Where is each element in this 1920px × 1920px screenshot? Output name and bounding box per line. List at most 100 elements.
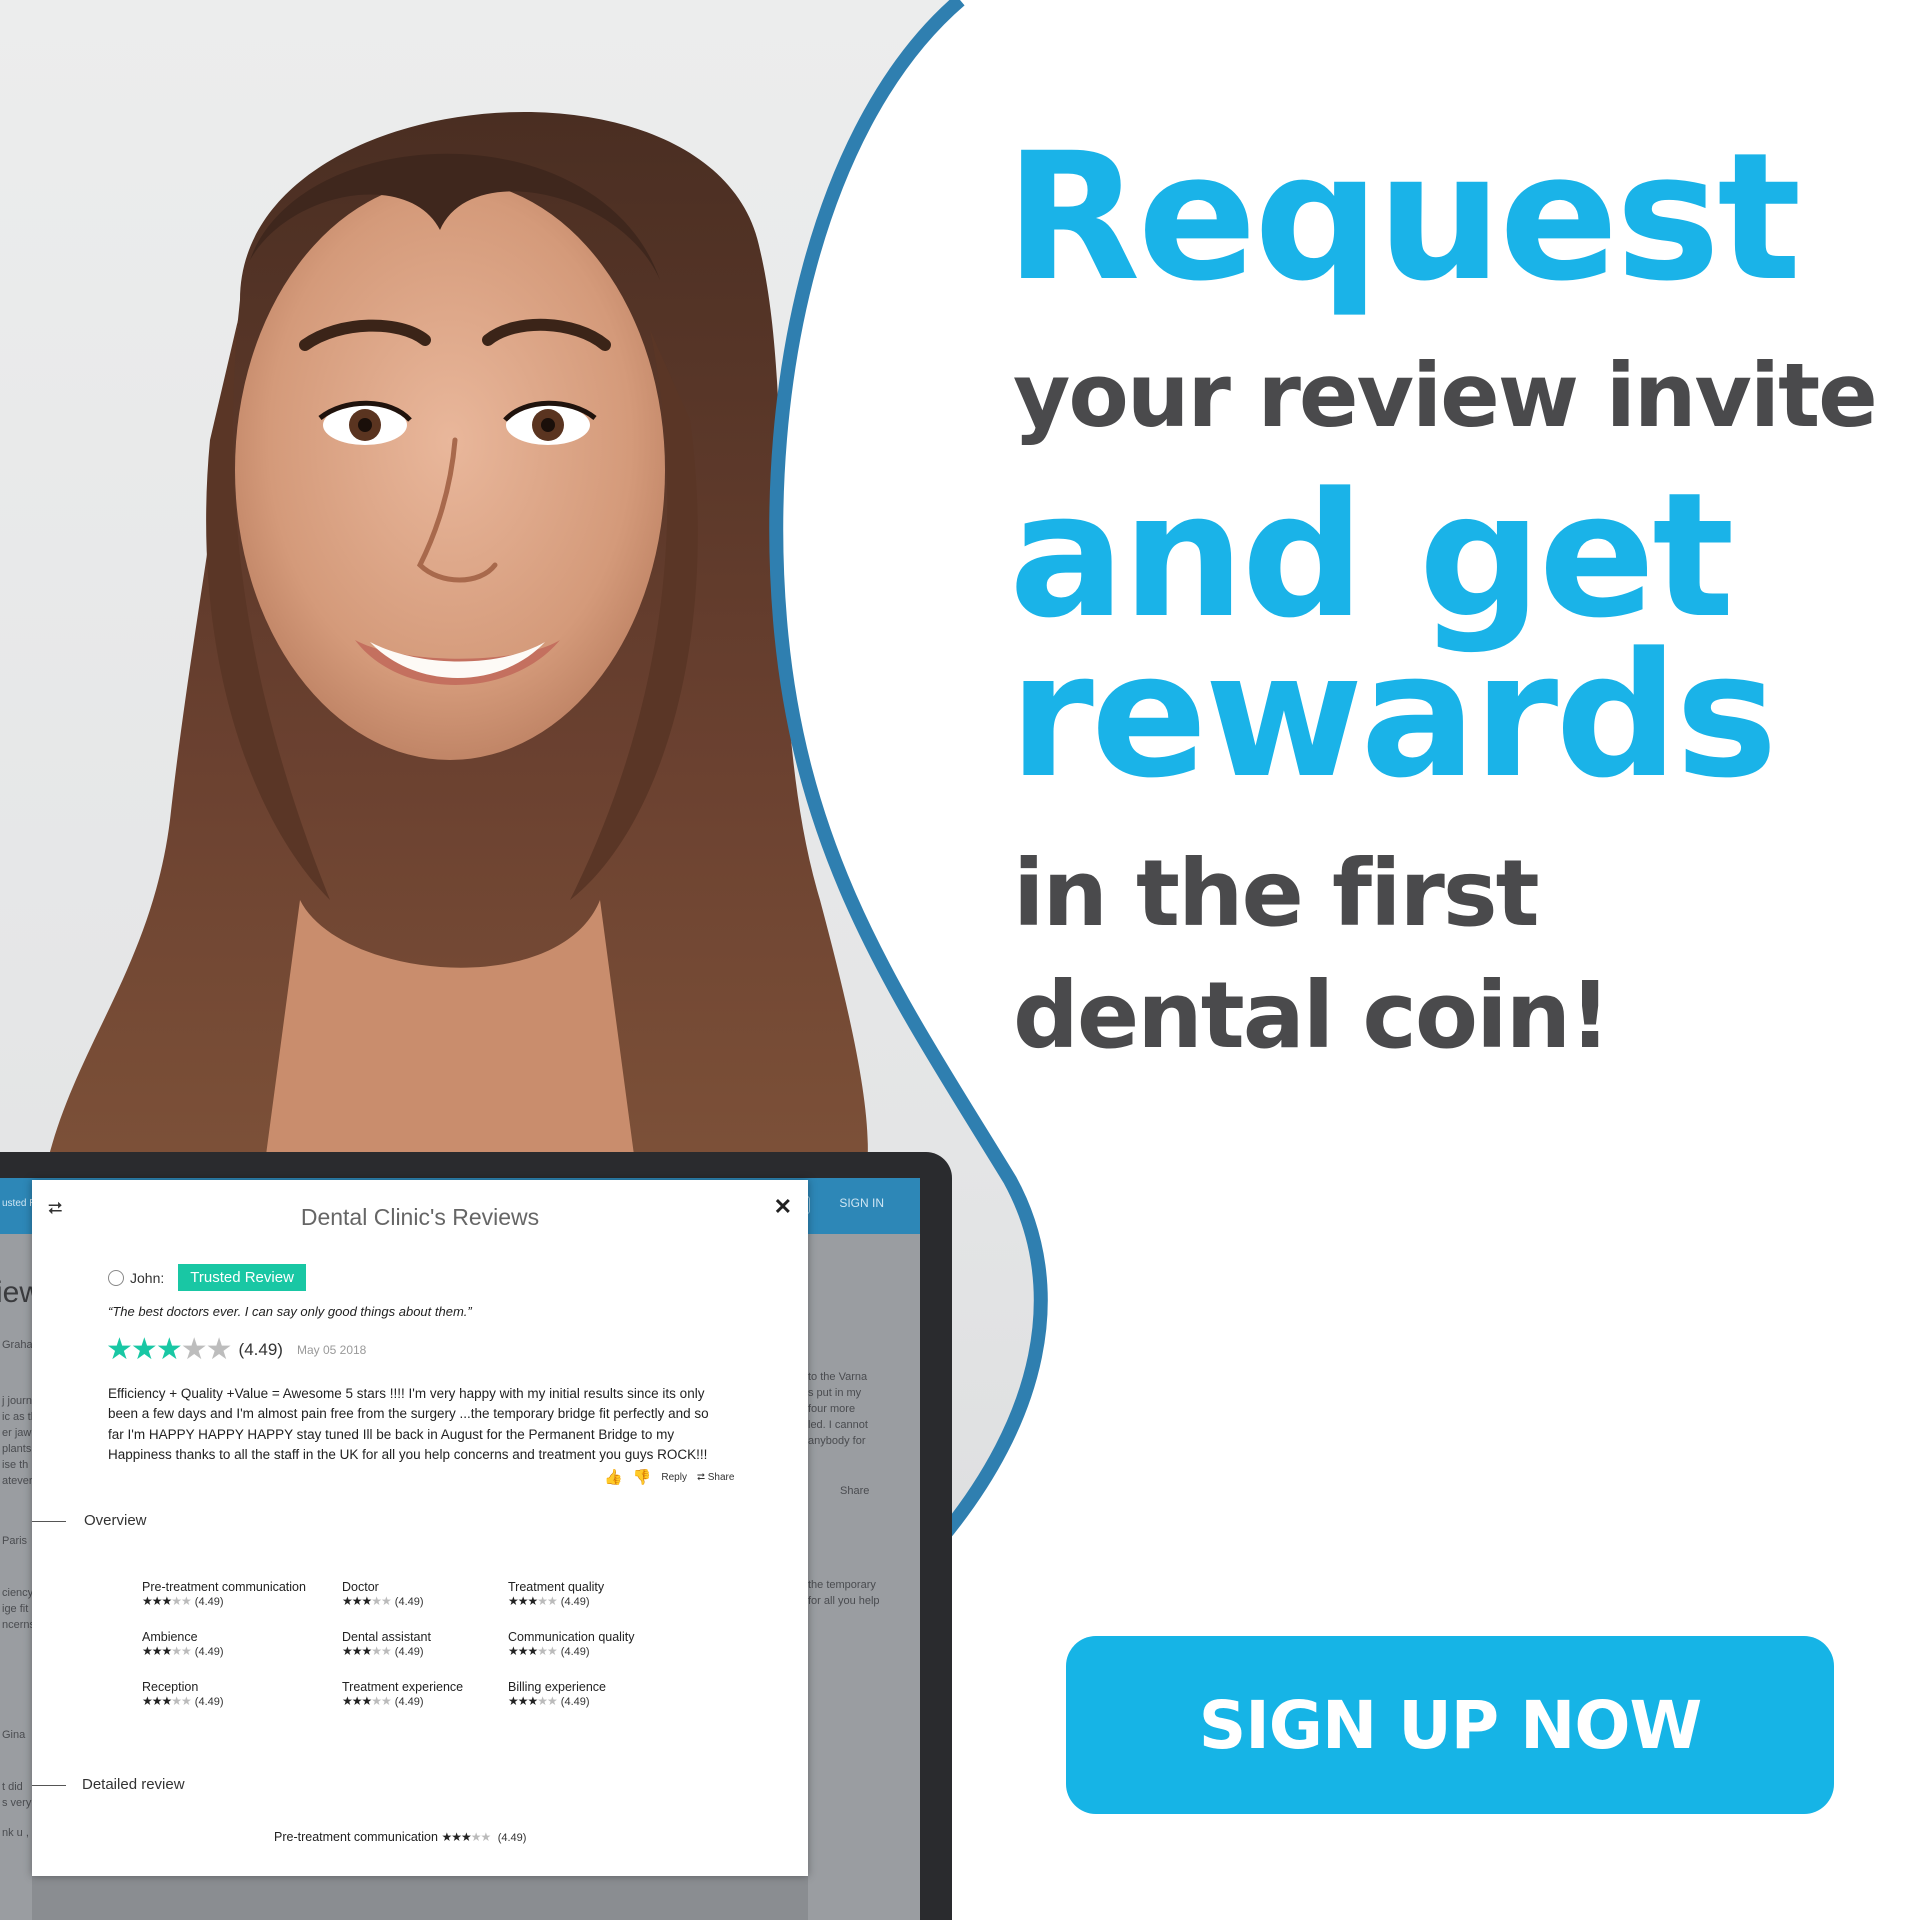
background-text: t did — [2, 1781, 23, 1793]
background-text: Paris — [2, 1535, 28, 1547]
overview-metric: Reception ★★★★★ (4.49) — [142, 1680, 224, 1708]
trusted-review-badge: Trusted Review — [178, 1264, 306, 1291]
overview-metric: Ambience ★★★★★ (4.49) — [142, 1630, 224, 1658]
star-icon: ★ — [155, 1333, 183, 1366]
metric-stars: ★★★★★ — [508, 1694, 558, 1708]
background-text: led. I cannot — [808, 1419, 868, 1431]
metric-name: Treatment experience — [342, 1680, 464, 1694]
background-text: the temporary — [808, 1579, 876, 1591]
overview-metric: Dental assistant ★★★★★ (4.49) — [342, 1630, 431, 1658]
review-quote: “The best doctors ever. I can say only g… — [108, 1304, 472, 1319]
detailed-review-label: Detailed review — [82, 1776, 185, 1793]
background-text: atever — [2, 1475, 33, 1487]
metric-value: (4.49) — [194, 1596, 224, 1608]
rating-value: (4.49) — [238, 1339, 283, 1359]
metric-stars: ★★★★★ — [342, 1594, 392, 1608]
background-text: Graha — [2, 1339, 33, 1351]
metric-value: (4.49) — [560, 1596, 590, 1608]
headline-request: Request — [1005, 115, 1801, 320]
metric-stars: ★★★★★ — [508, 1644, 558, 1658]
metric-name: Reception — [142, 1680, 199, 1694]
star-icon: ★ — [130, 1333, 158, 1366]
thumbs-down-icon[interactable]: 👎 — [633, 1468, 652, 1486]
metric-value: (4.49) — [194, 1696, 224, 1708]
headline-rewards: rewards — [1009, 615, 1778, 816]
star-icon: ★ — [180, 1333, 208, 1366]
metric-rating: ★★★★★ (4.49) — [342, 1644, 431, 1658]
review-actions: 👍 👎 Reply ⮂ Share — [604, 1468, 734, 1486]
detailed-metric-value: (4.49) — [497, 1832, 527, 1844]
star-icon: ★ — [106, 1333, 133, 1366]
metric-rating: ★★★★★ (4.49) — [508, 1594, 604, 1608]
background-text: ncerns — [2, 1619, 36, 1631]
review-body: Efficiency + Quality +Value = Awesome 5 … — [108, 1386, 709, 1462]
background-text: for all you help — [808, 1595, 880, 1607]
background-share-link[interactable]: Share — [840, 1484, 869, 1500]
background-text: er jaw — [2, 1427, 32, 1439]
metric-value: (4.49) — [194, 1646, 224, 1658]
rating-row: ★★★★★ (4.49) May 05 2018 — [106, 1332, 366, 1367]
metric-name: Ambience — [142, 1630, 198, 1644]
share-button[interactable]: ⮂ Share — [697, 1472, 734, 1483]
metric-stars: ★★★★★ — [342, 1644, 392, 1658]
background-text: plants — [2, 1443, 32, 1455]
metric-stars: ★★★★★ — [342, 1694, 392, 1708]
metric-value: (4.49) — [560, 1696, 590, 1708]
reviewer-name: John: — [130, 1269, 165, 1286]
background-text: ciency — [2, 1587, 34, 1599]
metric-rating: ★★★★★ (4.49) — [142, 1594, 306, 1608]
metric-rating: ★★★★★ (4.49) — [342, 1594, 424, 1608]
detailed-metric-name: Pre-treatment communication — [274, 1830, 438, 1844]
headline-in-the-first: in the first — [1013, 840, 1540, 947]
overview-metric: Doctor ★★★★★ (4.49) — [342, 1580, 424, 1608]
overview-metric: Treatment quality ★★★★★ (4.49) — [508, 1580, 604, 1608]
background-text: Gina — [2, 1729, 26, 1741]
background-card-left — [0, 1234, 32, 1920]
background-card-right — [808, 1234, 920, 1920]
background-text: ise th — [2, 1459, 29, 1471]
metric-value: (4.49) — [394, 1596, 424, 1608]
metric-name: Doctor — [342, 1580, 379, 1594]
thumbs-up-icon[interactable]: 👍 — [604, 1468, 623, 1486]
background-text: four more — [808, 1403, 856, 1415]
overview-metric: Communication quality ★★★★★ (4.49) — [508, 1630, 634, 1658]
reply-button[interactable]: Reply — [661, 1472, 687, 1483]
overview-label: Overview — [84, 1512, 147, 1529]
detailed-metric-stars: ★★★★★ — [441, 1830, 491, 1844]
avatar-icon — [108, 1269, 124, 1286]
metric-stars: ★★★★★ — [142, 1594, 192, 1608]
overview-metric: Billing experience ★★★★★ (4.49) — [508, 1680, 606, 1708]
metric-rating: ★★★★★ (4.49) — [142, 1644, 224, 1658]
share-icon: ⮂ — [696, 1471, 705, 1483]
rating-stars: ★★★★★ — [106, 1332, 233, 1367]
review-date: May 05 2018 — [296, 1342, 367, 1357]
reviews-modal: ⮂ Dental Clinic's Reviews ✕ John: Truste… — [32, 1180, 808, 1876]
metric-name: Communication quality — [508, 1630, 635, 1644]
background-text: ige fit — [2, 1603, 29, 1615]
close-icon[interactable]: ✕ — [774, 1194, 792, 1220]
sign-up-button[interactable]: SIGN UP NOW — [1066, 1636, 1834, 1814]
metric-rating: ★★★★★ (4.49) — [342, 1694, 463, 1708]
metric-name: Treatment quality — [508, 1580, 605, 1594]
background-text: nk u , — [2, 1827, 29, 1839]
metric-rating: ★★★★★ (4.49) — [508, 1644, 634, 1658]
divider — [32, 1521, 66, 1522]
metric-name: Pre-treatment communication — [142, 1580, 306, 1594]
reviewer-row: John: Trusted Review — [108, 1264, 306, 1291]
overview-metric: Treatment experience ★★★★★ (4.49) — [342, 1680, 463, 1708]
metric-stars: ★★★★★ — [142, 1694, 192, 1708]
background-text: anybody for — [808, 1435, 866, 1447]
metric-rating: ★★★★★ (4.49) — [142, 1694, 224, 1708]
metric-value: (4.49) — [394, 1646, 424, 1658]
modal-title: Dental Clinic's Reviews — [300, 1204, 540, 1230]
background-text: s put in my — [808, 1387, 862, 1399]
metric-rating: ★★★★★ (4.49) — [508, 1694, 606, 1708]
divider — [32, 1785, 66, 1786]
metric-value: (4.49) — [560, 1646, 590, 1658]
metric-stars: ★★★★★ — [142, 1644, 192, 1658]
headline-review-invite: your review invite — [1013, 344, 1878, 447]
overview-metric: Pre-treatment communication ★★★★★ (4.49) — [142, 1580, 306, 1608]
signin-link[interactable]: SIGN IN — [839, 1196, 884, 1210]
metric-stars: ★★★★★ — [508, 1594, 558, 1608]
background-text: s very — [2, 1797, 32, 1809]
